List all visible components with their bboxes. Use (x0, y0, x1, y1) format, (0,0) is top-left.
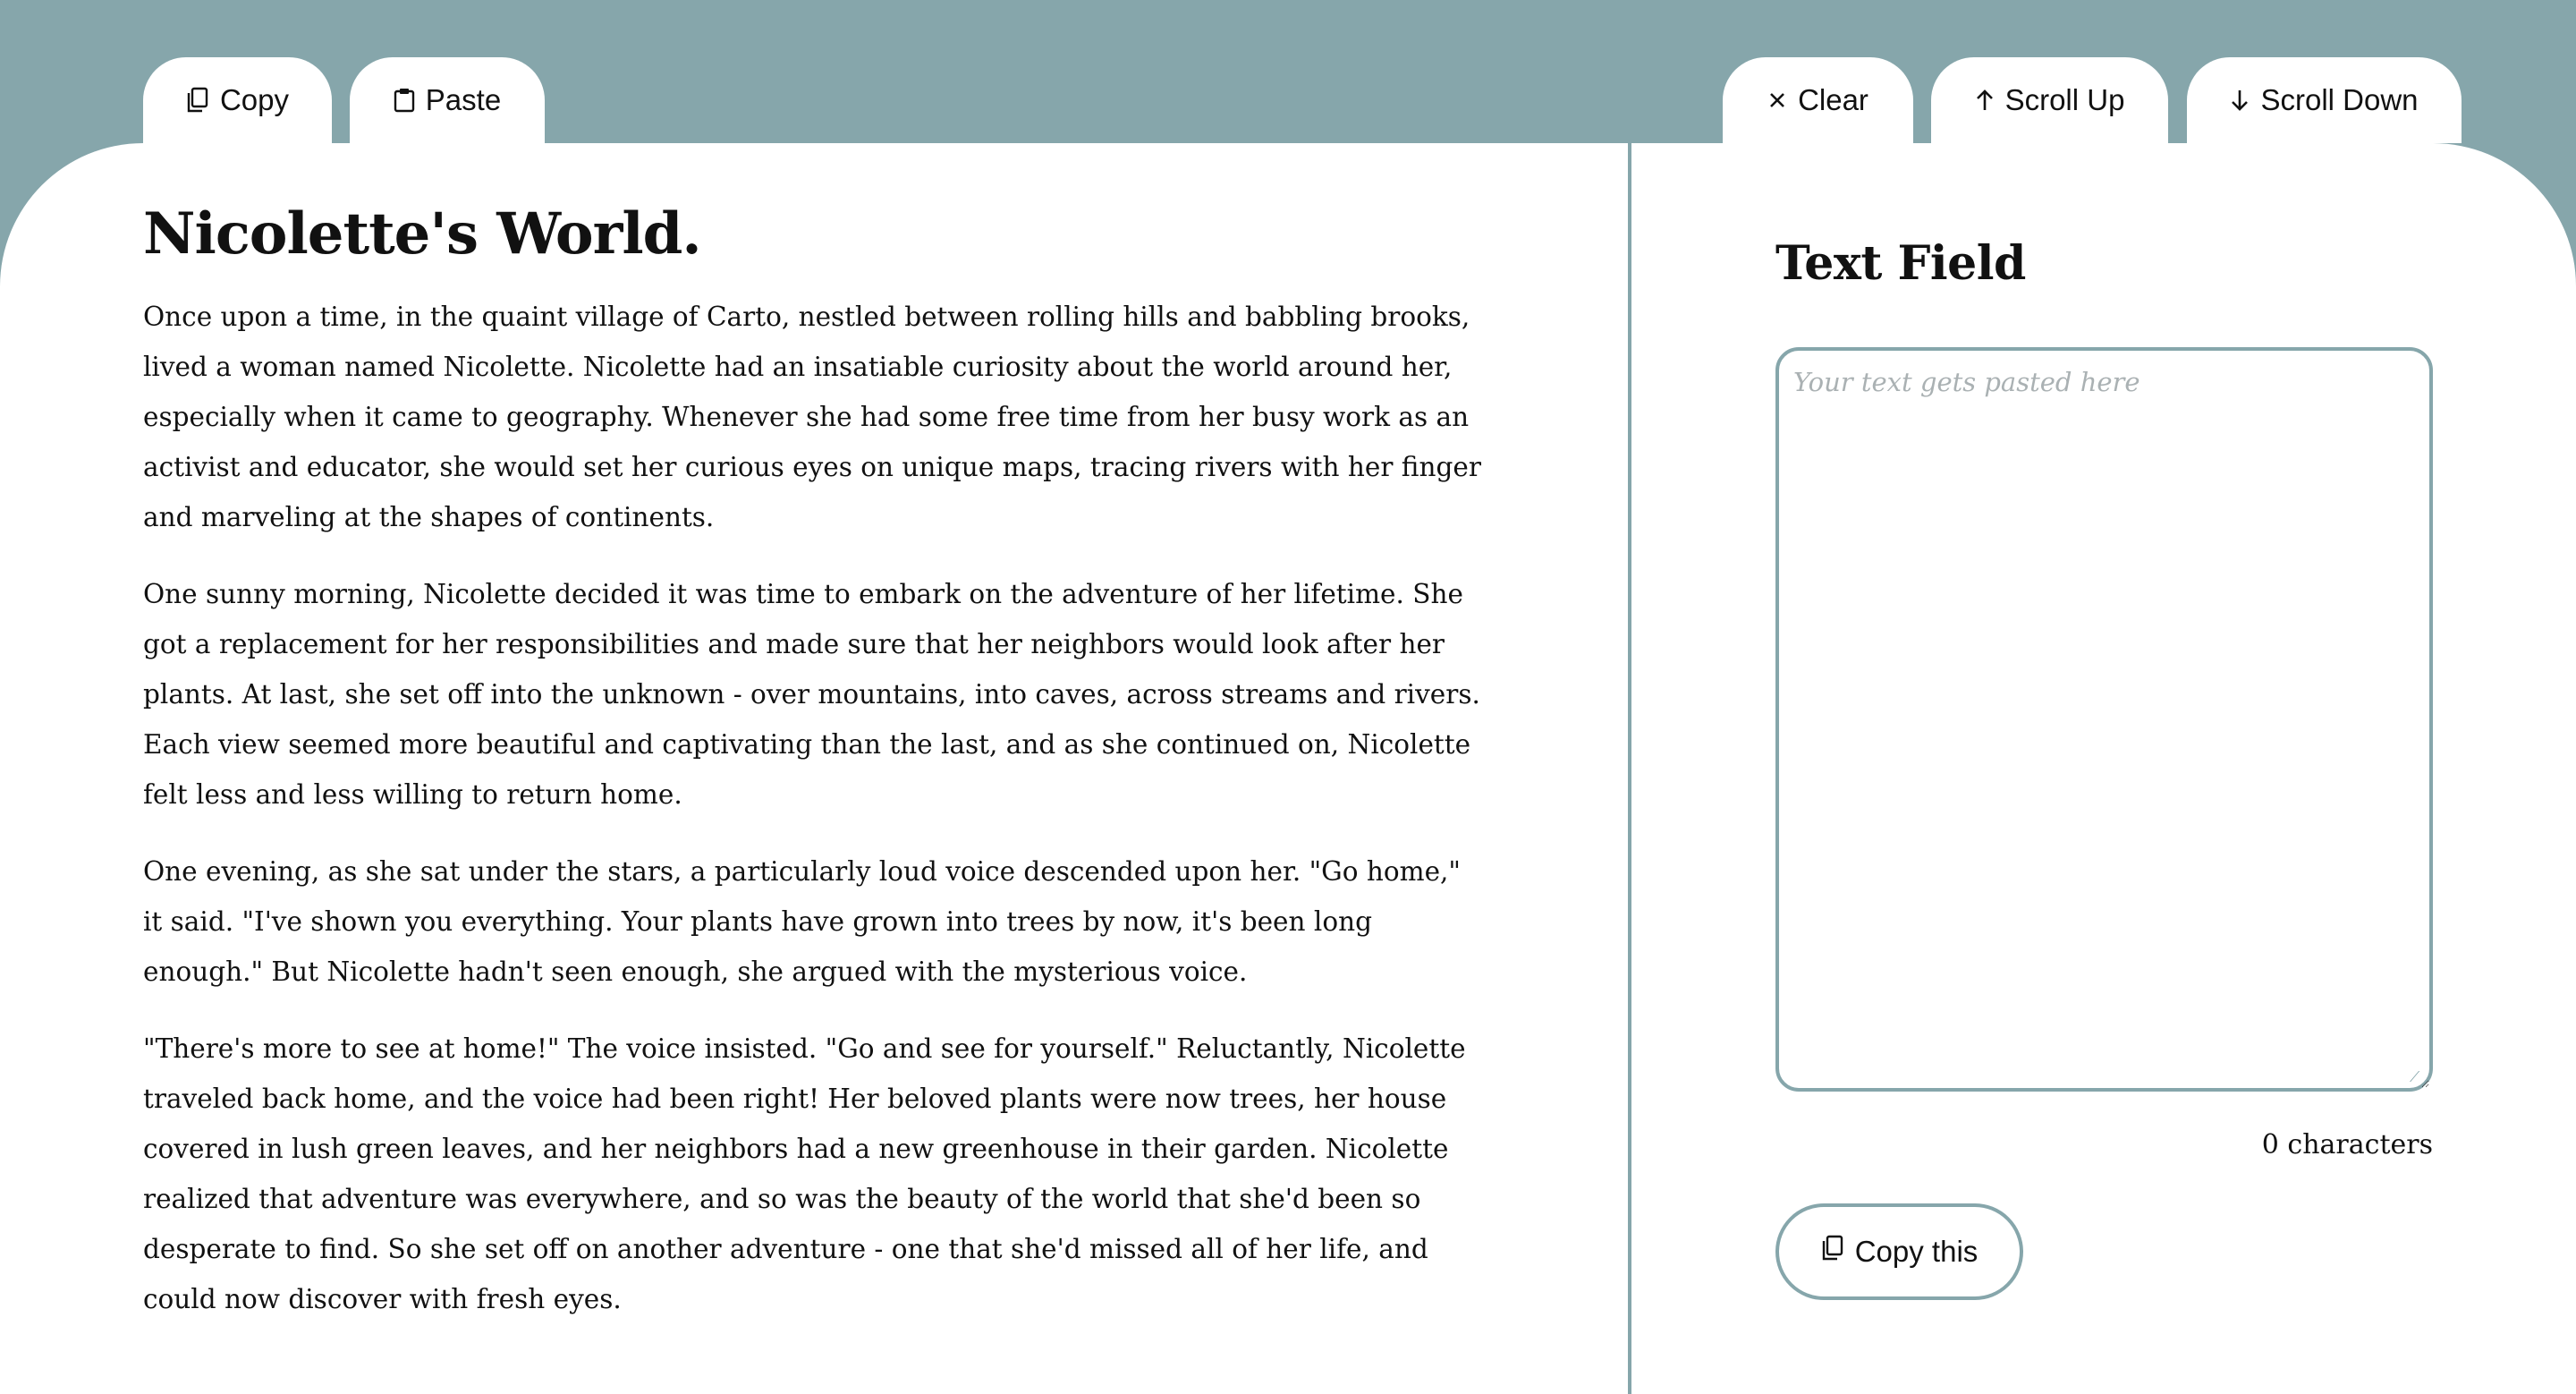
panel-title: Text Field (1775, 236, 2026, 291)
text-field-panel: Text Field ⟋ 0 characters Copy this (1775, 233, 2433, 1300)
character-count: 0 characters (2261, 1129, 2433, 1160)
copy-this-button[interactable]: Copy this (1775, 1203, 2023, 1300)
arrow-down-icon (2230, 89, 2250, 112)
clear-button[interactable]: Clear (1723, 57, 1913, 143)
copy-icon (1821, 1235, 1844, 1269)
close-icon (1767, 90, 1787, 110)
resize-handle-icon[interactable]: ⟋ (2410, 1068, 2426, 1085)
scroll-down-button-label: Scroll Down (2260, 83, 2419, 116)
story-paragraph: "There's more to see at home!" The voice… (143, 1033, 1466, 1314)
copy-button[interactable]: Copy (143, 57, 332, 143)
story-paragraph: Once upon a time, in the quaint village … (143, 302, 1481, 532)
scroll-up-button[interactable]: Scroll Up (1931, 57, 2168, 143)
scroll-down-button[interactable]: Scroll Down (2187, 57, 2462, 143)
clear-button-label: Clear (1798, 83, 1868, 116)
column-divider (1628, 143, 1631, 1394)
story-paragraph: One evening, as she sat under the stars,… (143, 856, 1461, 987)
story-paragraph: One sunny morning, Nicolette decided it … (143, 579, 1480, 810)
paste-text-area[interactable] (1775, 347, 2433, 1092)
arrow-up-icon (1975, 89, 1995, 112)
copy-icon (186, 87, 209, 114)
story-column: Nicolette's World. Once upon a time, in … (143, 197, 1485, 1351)
paste-button[interactable]: Paste (350, 57, 545, 143)
story-title: Nicolette's World. (143, 200, 702, 268)
copy-button-label: Copy (219, 83, 290, 116)
clipboard-icon (394, 87, 415, 114)
scroll-up-button-label: Scroll Up (2004, 83, 2125, 116)
paste-button-label: Paste (425, 83, 502, 116)
copy-this-label: Copy this (1854, 1235, 1979, 1268)
